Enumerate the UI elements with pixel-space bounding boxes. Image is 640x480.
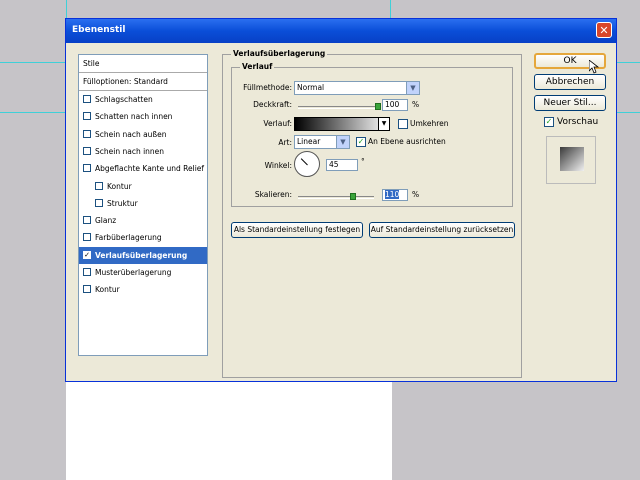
opacity-slider-track[interactable] <box>298 106 378 109</box>
scale-slider-thumb[interactable] <box>350 193 357 200</box>
close-button[interactable]: ✕ <box>596 22 612 38</box>
style-preview <box>546 136 596 184</box>
style-list-item-label: Schein nach innen <box>95 146 165 156</box>
close-icon: ✕ <box>599 24 609 37</box>
gradient-dropdown-icon[interactable]: ▼ <box>378 118 389 130</box>
preview-swatch <box>560 147 584 171</box>
opacity-input[interactable]: 100 <box>382 99 408 111</box>
style-select[interactable]: Linear ▼ <box>294 135 350 149</box>
make-default-button[interactable]: Als Standardeinstellung festlegen <box>231 222 363 238</box>
style-checkbox[interactable] <box>95 198 103 207</box>
layer-style-dialog: Ebenenstil ✕ Stile Fülloptionen: Standar… <box>65 18 617 382</box>
document-canvas <box>66 382 392 480</box>
style-value: Linear <box>297 137 321 146</box>
style-list-header-label: Stile <box>83 59 100 68</box>
style-list-item-label: Kontur <box>95 285 120 295</box>
style-checkbox[interactable] <box>83 268 91 276</box>
blend-mode-value: Normal <box>297 83 325 92</box>
blend-mode-label: Füllmethode: <box>243 83 292 92</box>
style-checkbox[interactable] <box>83 146 91 155</box>
style-list-item-label: Musterüberlagerung <box>95 268 172 277</box>
style-list-item[interactable]: Schatten nach innen <box>79 108 207 125</box>
align-label: An Ebene ausrichten <box>368 137 446 146</box>
group-title: Verlaufsüberlagerung <box>231 49 328 58</box>
blend-mode-select[interactable]: Normal ▼ <box>294 81 420 95</box>
style-list-item[interactable]: ✓ Verlaufsüberlagerung <box>79 246 207 264</box>
style-list-item-label: Schein nach außen <box>95 129 167 139</box>
reverse-label: Umkehren <box>410 119 449 128</box>
style-list-item[interactable]: Schlagschatten <box>79 91 207 108</box>
style-list-item[interactable]: Abgeflachte Kante und Relief <box>79 160 207 177</box>
scale-input[interactable]: 110 <box>382 189 408 201</box>
style-list-item[interactable]: Glanz <box>79 212 207 229</box>
degree-unit: ° <box>361 157 365 166</box>
style-checkbox[interactable] <box>83 216 91 225</box>
style-checkbox[interactable] <box>83 233 91 242</box>
angle-label: Winkel: <box>264 161 292 170</box>
reverse-checkbox[interactable] <box>398 119 408 129</box>
check-icon: ✓ <box>357 137 365 146</box>
scale-value: 110 <box>385 190 400 199</box>
style-list-item-label: Glanz <box>95 216 117 226</box>
mouse-cursor-icon <box>589 60 599 74</box>
style-list-item-label: Farbüberlagerung <box>95 233 162 243</box>
angle-dial-needle <box>300 158 308 166</box>
style-list-header[interactable]: Stile <box>79 55 207 73</box>
angle-input[interactable]: 45 <box>326 159 358 171</box>
opacity-label: Deckkraft: <box>253 100 292 109</box>
style-list-item-label: Struktur <box>107 198 138 208</box>
style-label: Art: <box>278 138 292 147</box>
style-list-item[interactable]: Schein nach außen <box>79 126 207 143</box>
chevron-down-icon: ▼ <box>406 82 419 94</box>
blend-options-item[interactable]: Fülloptionen: Standard <box>79 73 207 91</box>
style-list-item[interactable]: Musterüberlagerung <box>79 264 207 281</box>
dialog-title: Ebenenstil <box>72 25 126 35</box>
scale-slider-track[interactable] <box>298 196 374 199</box>
style-list-item[interactable]: Struktur <box>79 195 207 212</box>
style-list-item[interactable]: Kontur <box>79 178 207 195</box>
style-checkbox[interactable] <box>83 164 91 173</box>
scale-unit: % <box>412 190 420 199</box>
dialog-titlebar[interactable]: Ebenenstil ✕ <box>66 19 616 43</box>
preview-label: Vorschau <box>557 117 599 127</box>
subgroup-title: Verlauf <box>240 62 275 71</box>
style-checkbox[interactable]: ✓ <box>83 250 91 259</box>
style-checkbox[interactable] <box>83 129 91 138</box>
style-list-item-label: Kontur <box>107 181 132 191</box>
opacity-value: 100 <box>385 100 400 109</box>
align-checkbox[interactable]: ✓ <box>356 137 366 147</box>
cancel-button[interactable]: Abbrechen <box>534 74 606 90</box>
check-icon: ✓ <box>545 117 553 126</box>
gradient-label: Verlauf: <box>263 119 292 128</box>
new-style-button[interactable]: Neuer Stil... <box>534 95 606 111</box>
style-list: Stile Fülloptionen: Standard Schlagschat… <box>78 54 208 356</box>
scale-label: Skalieren: <box>254 190 292 199</box>
opacity-unit: % <box>412 100 420 109</box>
style-checkbox[interactable] <box>83 112 91 121</box>
style-checkbox[interactable] <box>83 95 91 103</box>
preview-checkbox[interactable]: ✓ <box>544 117 554 127</box>
style-list-item[interactable]: Kontur <box>79 281 207 298</box>
gradient-subgroup: Verlauf Füllmethode: Normal ▼ Deckkraft:… <box>231 62 513 207</box>
style-list-item-label: Schlagschatten <box>95 95 153 104</box>
opacity-slider-thumb[interactable] <box>375 103 381 110</box>
style-list-item-label: Verlaufsüberlagerung <box>95 250 188 260</box>
chevron-down-icon: ▼ <box>336 136 349 148</box>
style-list-item[interactable]: Farbüberlagerung <box>79 229 207 246</box>
gradient-picker[interactable]: ▼ <box>294 117 390 131</box>
style-list-item-label: Schatten nach innen <box>95 112 173 122</box>
reset-default-button[interactable]: Auf Standardeinstellung zurücksetzen <box>369 222 515 238</box>
angle-dial[interactable] <box>294 151 320 177</box>
angle-value: 45 <box>329 160 339 169</box>
gradient-overlay-group: Verlaufsüberlagerung Verlauf Füllmethode… <box>222 49 522 378</box>
style-list-item-label: Abgeflachte Kante und Relief <box>95 164 205 174</box>
style-checkbox[interactable] <box>95 181 103 190</box>
style-list-item[interactable]: Schein nach innen <box>79 143 207 160</box>
style-checkbox[interactable] <box>83 285 91 294</box>
blend-options-label: Fülloptionen: Standard <box>83 77 168 86</box>
